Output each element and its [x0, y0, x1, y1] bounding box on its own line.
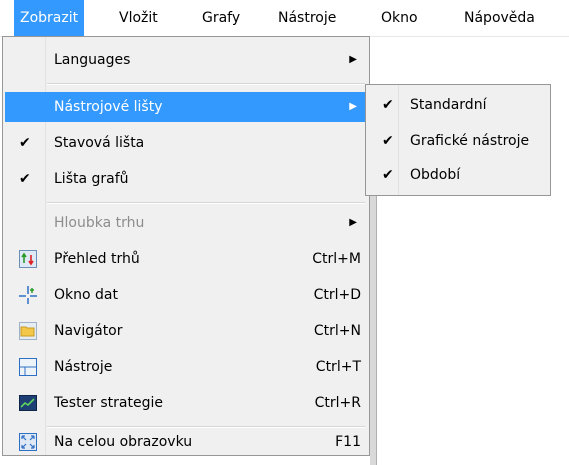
- submenu-arrow-icon: ▶: [349, 54, 357, 65]
- menu-bar: Zobrazit Vložit Grafy Nástroje Okno Nápo…: [0, 0, 569, 37]
- menu-item-label: Přehled trhů: [54, 251, 140, 267]
- menu-item-strategy-tester[interactable]: Tester strategie Ctrl+R: [5, 388, 367, 418]
- fullscreen-icon: [19, 433, 37, 451]
- submenu-item-periods[interactable]: ✔ Období: [368, 158, 548, 192]
- menu-item-charts-bar[interactable]: ✔ Lišta grafů: [5, 164, 367, 194]
- menu-item-label: Stavová lišta: [54, 135, 145, 151]
- menu-item-label: Lišta grafů: [54, 171, 129, 187]
- tools-panel-icon: [19, 358, 37, 376]
- submenu-item-label: Standardní: [410, 97, 487, 113]
- menu-tools[interactable]: Nástroje: [272, 0, 342, 36]
- market-watch-icon: [19, 250, 37, 268]
- submenu-arrow-icon: ▶: [349, 101, 357, 112]
- menu-item-label: Tester strategie: [54, 395, 163, 411]
- menu-charts[interactable]: Grafy: [196, 0, 246, 36]
- menu-item-tools[interactable]: Nástroje Ctrl+T: [5, 352, 367, 382]
- menu-view[interactable]: Zobrazit: [14, 0, 85, 36]
- menu-item-fullscreen[interactable]: Na celou obrazovku F11: [5, 429, 367, 455]
- data-window-icon: [19, 286, 37, 304]
- shortcut-label: F11: [335, 434, 361, 450]
- strategy-tester-icon: [19, 395, 37, 411]
- menu-insert[interactable]: Vložit: [113, 0, 164, 36]
- shortcut-label: Ctrl+D: [313, 287, 361, 303]
- menu-item-toolbars[interactable]: Nástrojové lišty ▶: [5, 92, 367, 122]
- menu-item-label: Okno dat: [54, 287, 118, 303]
- checkmark-icon: ✔: [382, 133, 394, 149]
- submenu-item-label: Období: [410, 167, 461, 183]
- submenu-arrow-icon: ▶: [349, 217, 357, 228]
- menu-window[interactable]: Okno: [375, 0, 424, 36]
- chart-window-edge: [370, 165, 377, 465]
- menu-item-languages[interactable]: Languages ▶: [5, 45, 367, 75]
- view-menu-dropdown: Languages ▶ Nástrojové lišty ▶ ✔ Stavová…: [2, 36, 370, 456]
- menu-item-label: Nástroje: [54, 359, 113, 375]
- submenu-item-standard[interactable]: ✔ Standardní: [368, 88, 548, 122]
- menu-separator: [47, 202, 365, 204]
- menu-separator: [47, 426, 365, 428]
- shortcut-label: Ctrl+R: [314, 395, 361, 411]
- menu-item-label: Na celou obrazovku: [54, 434, 193, 450]
- menu-item-data-window[interactable]: Okno dat Ctrl+D: [5, 280, 367, 310]
- shortcut-label: Ctrl+N: [313, 323, 361, 339]
- navigator-folder-icon: [19, 322, 37, 340]
- submenu-item-label: Grafické nástroje: [410, 133, 530, 149]
- menu-item-label: Navigátor: [54, 323, 123, 339]
- menu-item-label: Hloubka trhu: [54, 215, 145, 231]
- shortcut-label: Ctrl+M: [312, 251, 361, 267]
- menu-help[interactable]: Nápověda: [458, 0, 541, 36]
- menu-item-label: Nástrojové lišty: [54, 99, 163, 115]
- menu-item-navigator[interactable]: Navigátor Ctrl+N: [5, 316, 367, 346]
- checkmark-icon: ✔: [382, 167, 394, 183]
- menu-item-label: Languages: [54, 52, 131, 68]
- toolbars-submenu: ✔ Standardní ✔ Grafické nástroje ✔ Obdob…: [365, 84, 551, 196]
- checkmark-icon: ✔: [19, 135, 31, 151]
- checkmark-icon: ✔: [382, 97, 394, 113]
- shortcut-label: Ctrl+T: [315, 359, 361, 375]
- menu-item-market-watch[interactable]: Přehled trhů Ctrl+M: [5, 244, 367, 274]
- menu-item-market-depth[interactable]: Hloubka trhu ▶: [5, 208, 367, 238]
- menu-item-status-bar[interactable]: ✔ Stavová lišta: [5, 128, 367, 158]
- submenu-item-graphic-tools[interactable]: ✔ Grafické nástroje: [368, 124, 548, 158]
- menu-separator: [47, 83, 365, 85]
- checkmark-icon: ✔: [19, 171, 31, 187]
